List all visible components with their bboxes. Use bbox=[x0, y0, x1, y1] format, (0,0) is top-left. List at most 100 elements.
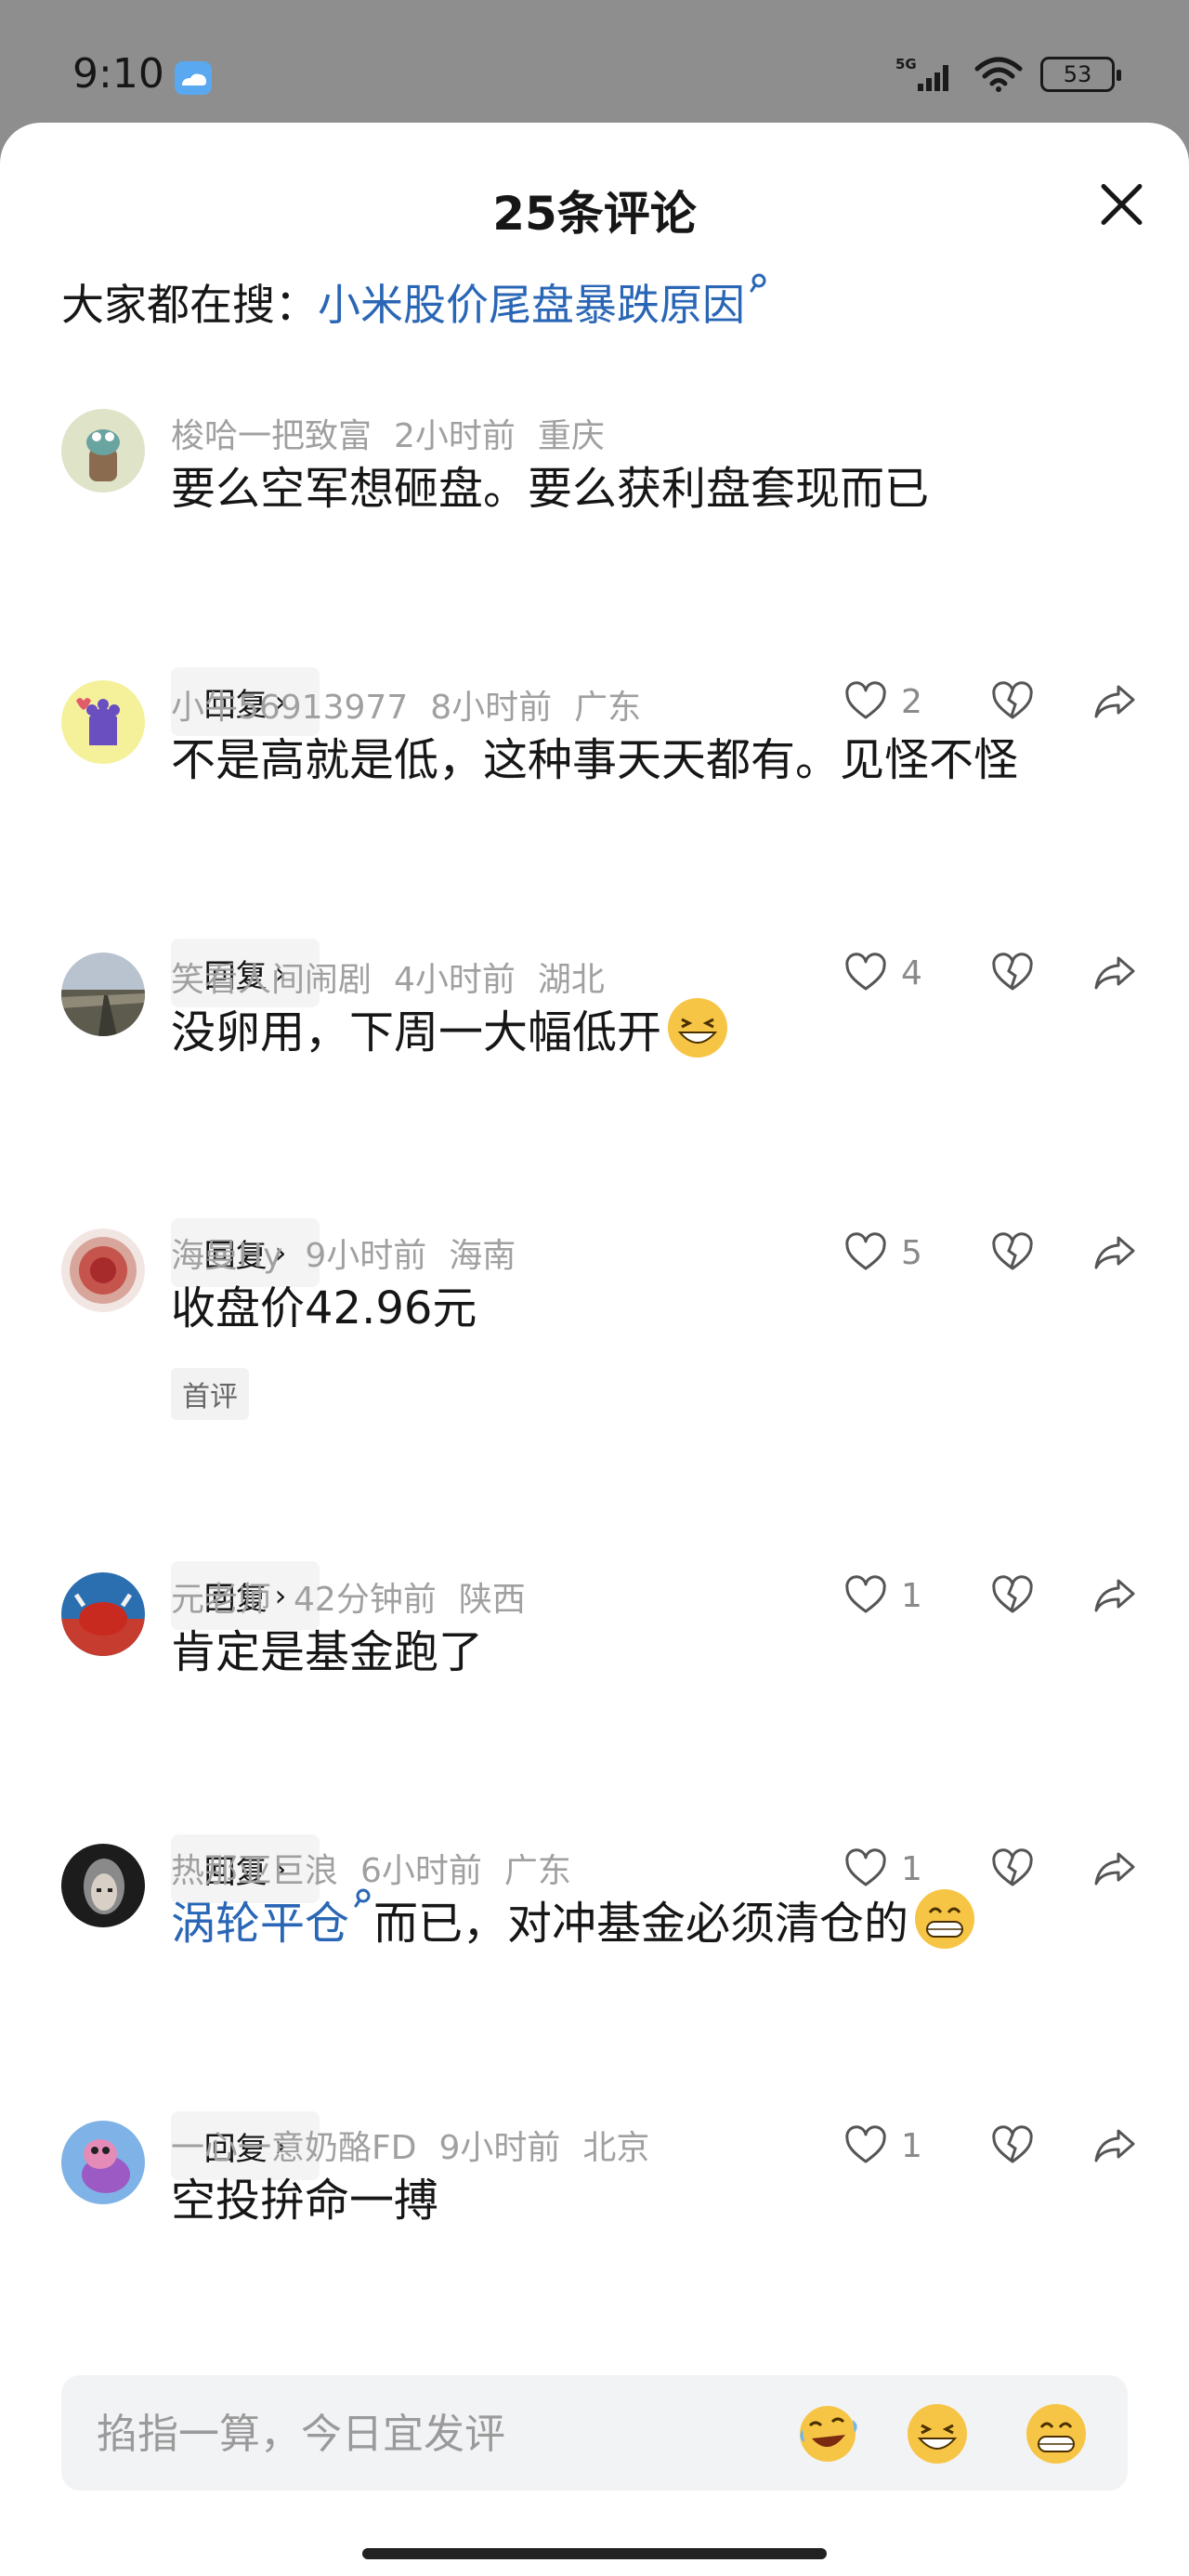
like-button[interactable]: 1 bbox=[843, 1573, 964, 1618]
share-arrow-icon[interactable] bbox=[1092, 1847, 1137, 1891]
comment-text: 肯定是基金跑了 bbox=[171, 1626, 484, 1678]
like-count: 1 bbox=[901, 1849, 922, 1888]
broken-heart-icon[interactable] bbox=[990, 1230, 1035, 1275]
crying-laughing-emoji-icon[interactable] bbox=[795, 2401, 860, 2466]
heart-outline-icon bbox=[845, 2125, 886, 2163]
user-avatar[interactable] bbox=[61, 409, 145, 493]
share-arrow-icon[interactable] bbox=[1092, 2123, 1137, 2168]
hot-search-prefix: 大家都在搜： bbox=[61, 280, 318, 330]
username[interactable]: 梭哈一把致富 bbox=[171, 417, 372, 455]
comment-meta: 热那亚巨浪 6小时前 广东 bbox=[171, 1844, 594, 1892]
comment-time: 6小时前 bbox=[360, 1852, 482, 1890]
first-comment-badge: 首评 bbox=[171, 1368, 249, 1420]
username[interactable]: 元老师 bbox=[171, 1581, 271, 1619]
comment-meta: 海曼Hy 9小时前 海南 bbox=[171, 1229, 538, 1277]
comment-search-link[interactable]: 涡轮平仓 bbox=[171, 1886, 373, 1952]
heart-outline-icon bbox=[845, 681, 886, 719]
user-avatar[interactable] bbox=[61, 2121, 145, 2204]
username[interactable]: 小牛56913977 bbox=[171, 689, 408, 727]
home-indicator[interactable] bbox=[362, 2548, 827, 2559]
heart-outline-icon bbox=[845, 1232, 886, 1270]
comment-time: 9小时前 bbox=[305, 1237, 427, 1275]
search-icon bbox=[354, 1888, 371, 1908]
comment-time: 9小时前 bbox=[438, 2129, 561, 2167]
broken-heart-icon[interactable] bbox=[990, 2123, 1035, 2168]
comment-meta: 元老师 42分钟前 陕西 bbox=[171, 1572, 548, 1621]
comment-text: 空投拚命一搏 bbox=[171, 2175, 439, 2227]
like-button[interactable]: 1 bbox=[843, 1847, 964, 1891]
comment-location: 重庆 bbox=[537, 417, 605, 455]
comment-actions: 1 bbox=[843, 1561, 1137, 1630]
like-count: 1 bbox=[901, 1576, 922, 1615]
comment-location: 湖北 bbox=[537, 961, 605, 999]
share-arrow-icon[interactable] bbox=[1092, 951, 1137, 995]
comment-time: 42分钟前 bbox=[294, 1581, 437, 1619]
comment-meta: 小牛56913977 8小时前 广东 bbox=[171, 680, 663, 729]
grinning-emoji-icon[interactable] bbox=[1024, 2401, 1089, 2466]
hot-search-link[interactable]: 小米股价尾盘暴跌原因 bbox=[318, 271, 745, 333]
comment-location: 北京 bbox=[582, 2129, 650, 2167]
like-count: 1 bbox=[901, 2126, 922, 2165]
broken-heart-icon[interactable] bbox=[990, 679, 1035, 724]
battery-indicator: 53 bbox=[1040, 57, 1121, 92]
user-avatar[interactable] bbox=[61, 680, 145, 764]
like-count: 2 bbox=[901, 682, 922, 721]
comments-sheet: 25条评论 大家都在搜： 小米股价尾盘暴跌原因 梭哈一把致富 2小时前 重庆 要么空… bbox=[0, 123, 1189, 2576]
comment-meta: 一心一意奶酪FD 9小时前 北京 bbox=[171, 2121, 672, 2169]
svg-text:5G: 5G bbox=[895, 56, 917, 72]
comment-location: 广东 bbox=[574, 689, 642, 727]
user-avatar[interactable] bbox=[61, 1229, 145, 1312]
grinning-emoji-icon bbox=[915, 1889, 975, 1949]
comment-text: 不是高就是低，这种事天天都有。见怪不怪 bbox=[171, 734, 1019, 786]
like-button[interactable]: 1 bbox=[843, 2123, 964, 2168]
comment-text: 收盘价42.96元 bbox=[171, 1282, 477, 1334]
comment-text: 要么空军想砸盘。要么获利盘套现而已 bbox=[171, 463, 930, 515]
broken-heart-icon[interactable] bbox=[990, 951, 1035, 995]
broken-heart-icon[interactable] bbox=[990, 1573, 1035, 1618]
user-avatar[interactable] bbox=[61, 953, 145, 1036]
comment-input-bar bbox=[61, 2375, 1128, 2492]
search-icon bbox=[750, 273, 766, 293]
share-arrow-icon[interactable] bbox=[1092, 679, 1137, 724]
username[interactable]: 海曼Hy bbox=[171, 1237, 282, 1275]
like-count: 5 bbox=[901, 1233, 922, 1272]
status-icons: 5G 53 bbox=[895, 54, 1121, 95]
comment-input[interactable] bbox=[95, 2375, 786, 2492]
comment-actions: 5 bbox=[843, 1218, 1137, 1287]
comment-time: 2小时前 bbox=[394, 417, 516, 455]
heart-outline-icon bbox=[845, 1575, 886, 1613]
like-button[interactable]: 2 bbox=[843, 679, 964, 724]
comment-location: 陕西 bbox=[458, 1581, 526, 1619]
comment-location: 广东 bbox=[503, 1852, 571, 1890]
like-count: 4 bbox=[901, 953, 922, 992]
broken-heart-icon[interactable] bbox=[990, 1847, 1035, 1891]
comment-text: 没卵用，下周一大幅低开 bbox=[171, 995, 730, 1060]
user-avatar[interactable] bbox=[61, 1844, 145, 1927]
comment-meta: 梭哈一把致富 2小时前 重庆 bbox=[171, 409, 627, 457]
laughing-emoji-icon[interactable] bbox=[905, 2401, 970, 2466]
close-icon[interactable] bbox=[1091, 175, 1150, 234]
like-button[interactable]: 4 bbox=[843, 951, 964, 995]
comment-meta: 笑看人间闹剧 4小时前 湖北 bbox=[171, 953, 627, 1001]
share-arrow-icon[interactable] bbox=[1092, 1573, 1137, 1618]
like-button[interactable]: 5 bbox=[843, 1230, 964, 1275]
wifi-icon bbox=[974, 57, 1023, 92]
username[interactable]: 一心一意奶酪FD bbox=[171, 2129, 416, 2167]
share-arrow-icon[interactable] bbox=[1092, 1230, 1137, 1275]
comment-location: 海南 bbox=[449, 1237, 516, 1275]
username[interactable]: 笑看人间闹剧 bbox=[171, 961, 372, 999]
laughing-emoji-icon bbox=[668, 998, 728, 1058]
comment-actions: 1 bbox=[843, 2111, 1137, 2180]
heart-outline-icon bbox=[845, 953, 886, 991]
status-bar: 9:10 5G 53 bbox=[0, 0, 1189, 123]
username[interactable]: 热那亚巨浪 bbox=[171, 1852, 338, 1890]
user-avatar[interactable] bbox=[61, 1572, 145, 1656]
comment-actions: 4 bbox=[843, 939, 1137, 1007]
comment-text: 涡轮平仓 而已，对冲基金必须清仓的 bbox=[171, 1886, 977, 1952]
comments-count-title: 25条评论 bbox=[492, 187, 697, 241]
weather-icon bbox=[175, 61, 212, 95]
hot-search-row: 大家都在搜： 小米股价尾盘暴跌原因 bbox=[61, 271, 769, 333]
clock: 9:10 bbox=[72, 50, 164, 98]
heart-outline-icon bbox=[845, 1848, 886, 1886]
comment-time: 4小时前 bbox=[394, 961, 516, 999]
